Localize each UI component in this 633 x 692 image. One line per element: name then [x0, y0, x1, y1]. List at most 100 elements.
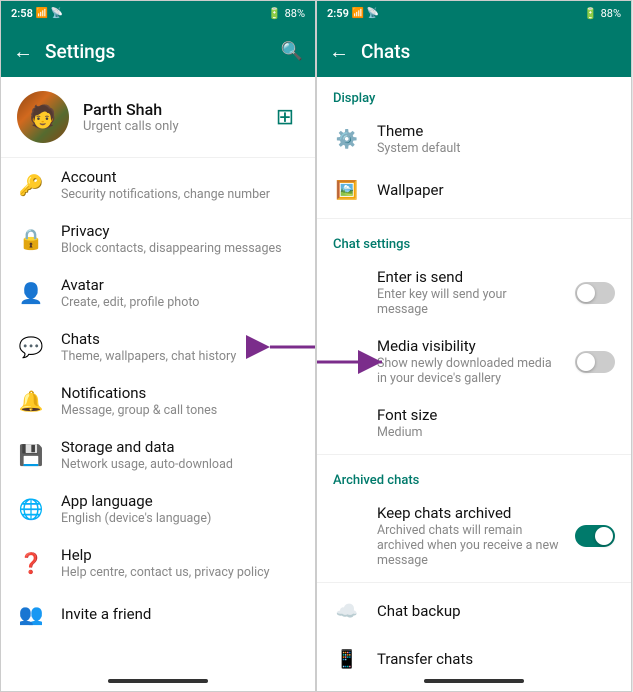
privacy-label: Privacy: [61, 222, 299, 240]
media-visibility-sublabel: Show newly downloaded media in your devi…: [377, 356, 559, 386]
help-sublabel: Help centre, contact us, privacy policy: [61, 565, 299, 580]
right-arrow-annotation: [317, 344, 392, 380]
sidebar-item-avatar[interactable]: 👤 Avatar Create, edit, profile photo: [1, 266, 315, 320]
account-label: Account: [61, 168, 299, 186]
avatar-sublabel: Create, edit, profile photo: [61, 295, 299, 310]
enter-send-toggle[interactable]: [575, 282, 615, 304]
settings-menu: 🔑 Account Security notifications, change…: [1, 158, 315, 638]
enter-send-label: Enter is send: [377, 268, 559, 286]
notifications-icon: 🔔: [17, 387, 45, 415]
left-search-icon[interactable]: 🔍: [281, 41, 303, 62]
right-back-button[interactable]: ←: [329, 39, 349, 64]
chats-icon: 💬: [17, 333, 45, 361]
storage-label: Storage and data: [61, 438, 299, 456]
left-nav-pill: [108, 679, 208, 683]
account-sublabel: Security notifications, change number: [61, 187, 299, 202]
account-icon: 🔑: [17, 171, 45, 199]
right-battery: 88%: [601, 7, 621, 20]
media-visibility-toggle[interactable]: [575, 351, 615, 373]
help-label: Help: [61, 546, 299, 564]
avatar-icon: 👤: [17, 279, 45, 307]
transfer-chats-item[interactable]: 📱 Transfer chats: [317, 635, 631, 671]
divider-1: [317, 218, 631, 219]
left-page-title: Settings: [45, 40, 281, 63]
right-content: Display ⚙️ Theme System default 🖼️ Wallp…: [317, 77, 631, 671]
language-icon: 🌐: [17, 495, 45, 523]
avatar-label: Avatar: [61, 276, 299, 294]
right-page-title: Chats: [361, 40, 619, 63]
theme-item[interactable]: ⚙️ Theme System default: [317, 112, 631, 166]
keep-archived-item[interactable]: Keep chats archived Archived chats will …: [317, 494, 631, 578]
left-top-bar: ← Settings 🔍: [1, 25, 315, 77]
language-sublabel: English (device's language): [61, 511, 299, 526]
theme-label: Theme: [377, 122, 615, 140]
chat-settings-header: Chat settings: [317, 223, 631, 258]
notifications-sublabel: Message, group & call tones: [61, 403, 299, 418]
divider-3: [317, 582, 631, 583]
storage-icon: 💾: [17, 441, 45, 469]
right-battery-icon: 🔋: [584, 7, 598, 20]
wallpaper-label: Wallpaper: [377, 181, 615, 199]
storage-sublabel: Network usage, auto-download: [61, 457, 299, 472]
media-visibility-item[interactable]: Media visibility Show newly downloaded m…: [317, 327, 631, 396]
enter-send-sublabel: Enter key will send your message: [377, 287, 559, 317]
left-time: 2:58: [11, 7, 33, 20]
right-time: 2:59: [327, 7, 349, 20]
chat-backup-icon: ☁️: [333, 597, 361, 625]
left-battery-icon: 🔋: [268, 7, 282, 20]
left-status-icons: 📶 📡: [36, 8, 63, 19]
sidebar-item-invite[interactable]: 👥 Invite a friend: [1, 590, 315, 638]
keep-archived-sublabel: Archived chats will remain archived when…: [377, 523, 559, 568]
wallpaper-icon: 🖼️: [333, 176, 361, 204]
left-arrow-annotation: [240, 329, 315, 365]
sidebar-item-help[interactable]: ❓ Help Help centre, contact us, privacy …: [1, 536, 315, 590]
sidebar-item-chats[interactable]: 💬 Chats Theme, wallpapers, chat history: [1, 320, 315, 374]
sidebar-item-language[interactable]: 🌐 App language English (device's languag…: [1, 482, 315, 536]
invite-label: Invite a friend: [61, 605, 299, 623]
display-section-header: Display: [317, 77, 631, 112]
font-size-item[interactable]: Font size Medium: [317, 396, 631, 450]
chat-backup-label: Chat backup: [377, 602, 615, 620]
profile-name: Parth Shah: [83, 100, 257, 119]
left-status-bar: 2:58 📶 📡 🔋 88%: [1, 1, 315, 25]
chat-backup-item[interactable]: ☁️ Chat backup: [317, 587, 631, 635]
profile-status: Urgent calls only: [83, 119, 257, 134]
right-nav-pill: [424, 679, 524, 683]
help-icon: ❓: [17, 549, 45, 577]
profile-info: Parth Shah Urgent calls only: [83, 100, 257, 134]
keep-archived-toggle[interactable]: [575, 525, 615, 547]
theme-icon: ⚙️: [333, 125, 361, 153]
left-battery: 88%: [285, 7, 305, 20]
wallpaper-item[interactable]: 🖼️ Wallpaper: [317, 166, 631, 214]
right-nav-indicator: [317, 671, 631, 691]
sidebar-item-privacy[interactable]: 🔒 Privacy Block contacts, disappearing m…: [1, 212, 315, 266]
transfer-chats-label: Transfer chats: [377, 650, 615, 668]
left-phone: 2:58 📶 📡 🔋 88% ← Settings 🔍 🧑 Parth Shah…: [0, 0, 316, 692]
privacy-sublabel: Block contacts, disappearing messages: [61, 241, 299, 256]
left-back-button[interactable]: ←: [13, 39, 33, 64]
right-top-bar: ← Chats: [317, 25, 631, 77]
left-nav-indicator: [1, 671, 315, 691]
qr-icon[interactable]: ⊞: [271, 103, 299, 131]
enter-send-item[interactable]: Enter is send Enter key will send your m…: [317, 258, 631, 327]
avatar: 🧑: [17, 91, 69, 143]
privacy-icon: 🔒: [17, 225, 45, 253]
right-status-bar: 2:59 📶 📡 🔋 88%: [317, 1, 631, 25]
sidebar-item-storage[interactable]: 💾 Storage and data Network usage, auto-d…: [1, 428, 315, 482]
font-size-sublabel: Medium: [377, 425, 615, 440]
archived-chats-header: Archived chats: [317, 459, 631, 494]
theme-sublabel: System default: [377, 141, 615, 156]
media-visibility-label: Media visibility: [377, 337, 559, 355]
profile-section[interactable]: 🧑 Parth Shah Urgent calls only ⊞: [1, 77, 315, 158]
invite-icon: 👥: [17, 600, 45, 628]
right-status-icons: 📶 📡: [352, 8, 379, 19]
notifications-label: Notifications: [61, 384, 299, 402]
divider-2: [317, 454, 631, 455]
transfer-chats-icon: 📱: [333, 645, 361, 671]
left-content: 🧑 Parth Shah Urgent calls only ⊞ 🔑 Accou…: [1, 77, 315, 671]
right-phone: 2:59 📶 📡 🔋 88% ← Chats Display ⚙️ Theme …: [316, 0, 632, 692]
sidebar-item-notifications[interactable]: 🔔 Notifications Message, group & call to…: [1, 374, 315, 428]
font-size-label: Font size: [377, 406, 615, 424]
sidebar-item-account[interactable]: 🔑 Account Security notifications, change…: [1, 158, 315, 212]
language-label: App language: [61, 492, 299, 510]
